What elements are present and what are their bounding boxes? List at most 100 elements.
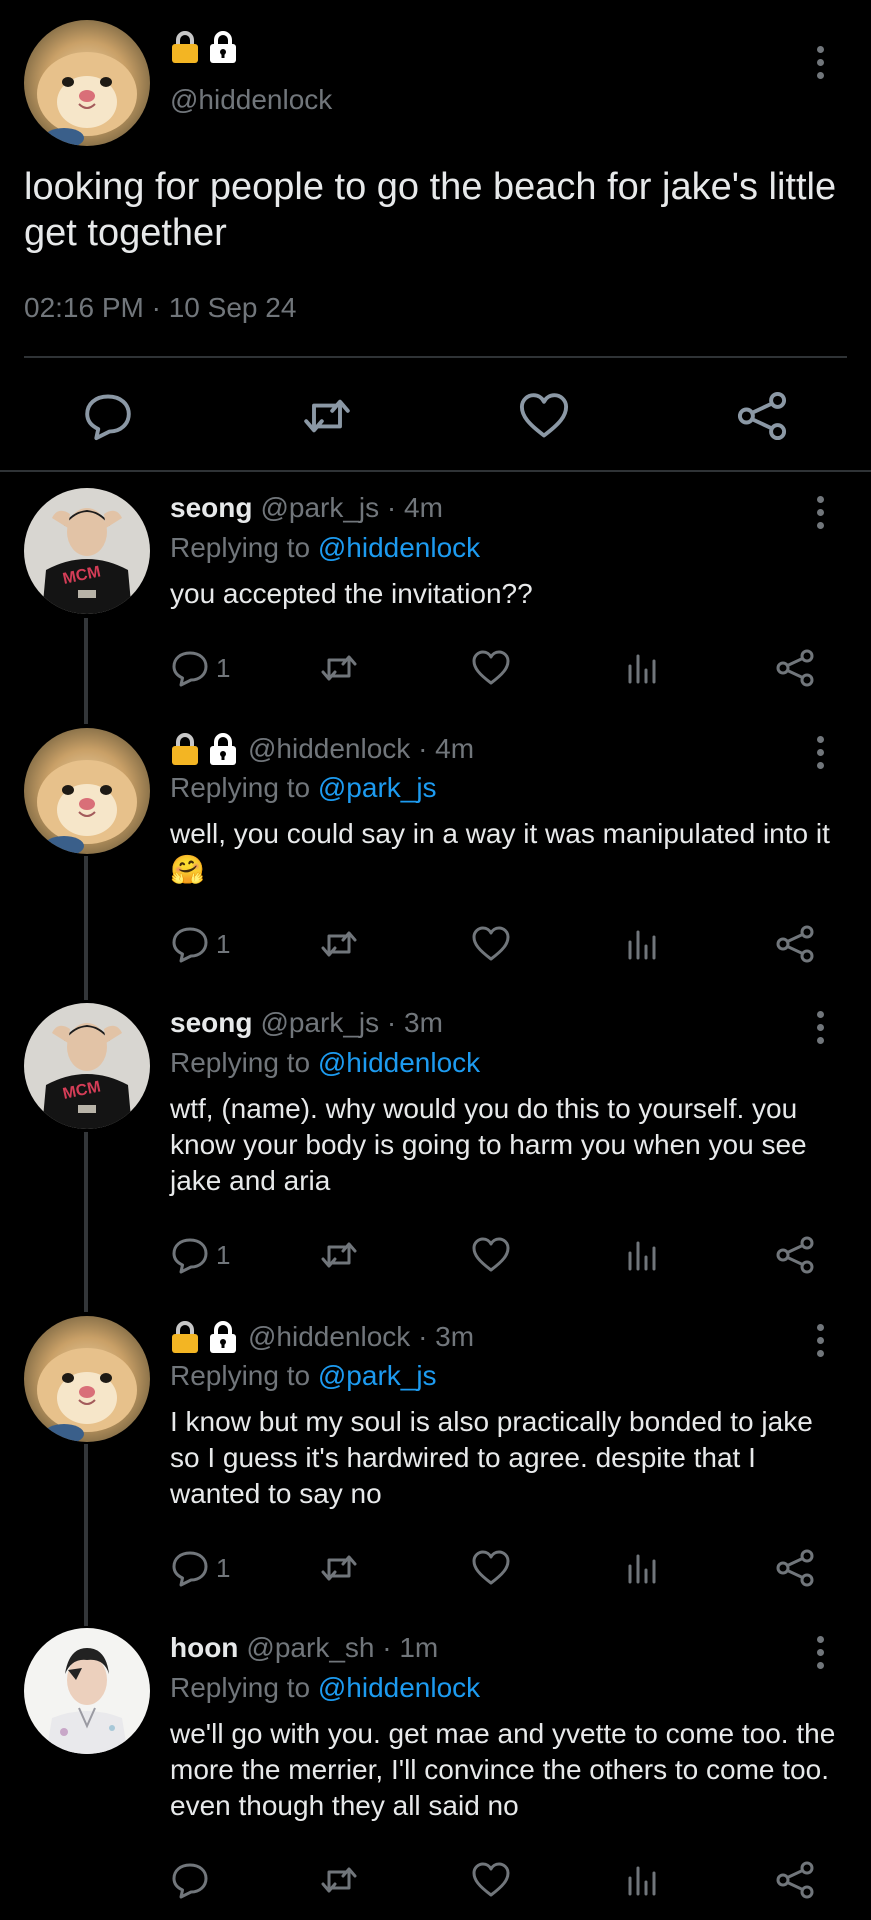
- reply-actions: 1: [0, 924, 871, 970]
- avatar[interactable]: [24, 488, 150, 614]
- author-handle[interactable]: @hiddenlock: [170, 84, 332, 116]
- reply-count: 1: [216, 928, 231, 959]
- like-icon[interactable]: [518, 390, 570, 447]
- views-icon[interactable]: [622, 1235, 662, 1275]
- reply-item[interactable]: @hiddenlock · 4m Replying to @park_js we…: [0, 728, 871, 978]
- reply-button[interactable]: 1: [170, 924, 230, 964]
- more-options-icon[interactable]: [815, 736, 825, 769]
- reply-icon: [170, 924, 210, 964]
- reply-header: seong @park_js · 4m: [170, 492, 443, 524]
- more-options-icon[interactable]: [815, 1324, 825, 1357]
- replying-to: Replying to @park_js: [170, 1360, 437, 1391]
- main-post[interactable]: @hiddenlock looking for people to go the…: [0, 0, 871, 472]
- like-icon[interactable]: [471, 648, 511, 688]
- handle-time: @hiddenlock · 4m: [248, 733, 475, 764]
- gold-lock-icon: [170, 30, 200, 64]
- reply-icon: [170, 1548, 210, 1588]
- post-timestamp: 02:16 PM · 10 Sep 24: [24, 292, 297, 323]
- more-options-icon[interactable]: [815, 496, 825, 529]
- retweet-icon[interactable]: [300, 390, 354, 447]
- reply-text: I know but my soul is also practically b…: [170, 1406, 813, 1509]
- avatar[interactable]: [24, 1628, 150, 1754]
- replying-to: Replying to @hiddenlock: [170, 1672, 481, 1703]
- reply-header: hoon @park_sh · 1m: [170, 1632, 438, 1664]
- reply-header: @hiddenlock · 3m: [170, 1320, 474, 1354]
- reply-actions: 1: [0, 648, 871, 694]
- handle-time: @hiddenlock · 3m: [248, 1321, 475, 1352]
- reply-button[interactable]: 1: [170, 1235, 230, 1275]
- reply-actions: 1: [0, 1235, 871, 1281]
- views-icon[interactable]: [622, 924, 662, 964]
- reply-text: wtf, (name). why would you do this to yo…: [170, 1093, 807, 1196]
- views-icon[interactable]: [622, 648, 662, 688]
- more-options-icon[interactable]: [815, 1636, 825, 1669]
- avatar[interactable]: [24, 1003, 150, 1129]
- reply-item[interactable]: seong @park_js · 4m Replying to @hiddenl…: [0, 488, 871, 708]
- share-icon[interactable]: [775, 924, 815, 964]
- avatar[interactable]: [24, 20, 150, 146]
- share-icon[interactable]: [775, 1860, 815, 1900]
- retweet-icon[interactable]: [318, 648, 360, 688]
- reply-actions: [0, 1860, 871, 1906]
- replying-to: Replying to @park_js: [170, 772, 437, 803]
- post-actions: [0, 380, 871, 450]
- divider: [24, 356, 847, 358]
- more-options-icon[interactable]: [815, 1011, 825, 1044]
- retweet-icon[interactable]: [318, 1860, 360, 1900]
- share-icon[interactable]: [736, 390, 788, 447]
- handle-time: @park_sh · 1m: [246, 1632, 439, 1663]
- like-icon[interactable]: [471, 1860, 511, 1900]
- more-options-icon[interactable]: [815, 46, 825, 79]
- avatar[interactable]: [24, 1316, 150, 1442]
- reply-count: 1: [216, 652, 231, 683]
- lock-badges: [170, 30, 238, 64]
- handle-time: @park_js · 3m: [260, 1007, 443, 1038]
- replying-to: Replying to @hiddenlock: [170, 1047, 481, 1078]
- lock-badges: [170, 1320, 238, 1354]
- white-lock-icon: [208, 30, 238, 64]
- share-icon[interactable]: [775, 1235, 815, 1275]
- replying-to: Replying to @hiddenlock: [170, 532, 481, 563]
- reply-icon: [170, 1235, 210, 1275]
- post-text: looking for people to go the beach for j…: [24, 166, 837, 254]
- white-lock-icon: [208, 1320, 238, 1354]
- lock-badges: [170, 732, 238, 766]
- retweet-icon[interactable]: [318, 1548, 360, 1588]
- like-icon[interactable]: [471, 1548, 511, 1588]
- reply-button[interactable]: [170, 1860, 216, 1900]
- gold-lock-icon: [170, 732, 200, 766]
- views-icon[interactable]: [622, 1860, 662, 1900]
- mention-link[interactable]: @hiddenlock: [318, 532, 480, 563]
- reply-button[interactable]: 1: [170, 1548, 230, 1588]
- views-icon[interactable]: [622, 1548, 662, 1588]
- reply-item[interactable]: seong @park_js · 3m Replying to @hiddenl…: [0, 1003, 871, 1293]
- mention-link[interactable]: @park_js: [318, 772, 437, 803]
- reply-item[interactable]: @hiddenlock · 3m Replying to @park_js I …: [0, 1316, 871, 1606]
- like-icon[interactable]: [471, 1235, 511, 1275]
- retweet-icon[interactable]: [318, 924, 360, 964]
- reply-icon: [170, 1860, 210, 1900]
- reply-button[interactable]: 1: [170, 648, 230, 688]
- mention-link[interactable]: @hiddenlock: [318, 1047, 480, 1078]
- reply-count: 1: [216, 1239, 231, 1270]
- mention-link[interactable]: @park_js: [318, 1360, 437, 1391]
- display-name[interactable]: seong: [170, 1007, 252, 1039]
- handle-time: @park_js · 4m: [260, 492, 443, 523]
- retweet-icon[interactable]: [318, 1235, 360, 1275]
- reply-text: we'll go with you. get mae and yvette to…: [170, 1718, 836, 1821]
- reply-header: @hiddenlock · 4m: [170, 732, 474, 766]
- share-icon[interactable]: [775, 1548, 815, 1588]
- display-name[interactable]: hoon: [170, 1632, 238, 1664]
- share-icon[interactable]: [775, 648, 815, 688]
- display-name[interactable]: seong: [170, 492, 252, 524]
- reply-text: you accepted the invitation??: [170, 578, 533, 609]
- avatar[interactable]: [24, 728, 150, 854]
- reply-text: well, you could say in a way it was mani…: [170, 818, 830, 885]
- like-icon[interactable]: [471, 924, 511, 964]
- mention-link[interactable]: @hiddenlock: [318, 1672, 480, 1703]
- reply-header: seong @park_js · 3m: [170, 1007, 443, 1039]
- reply-icon[interactable]: [82, 390, 134, 447]
- reply-actions: 1: [0, 1548, 871, 1594]
- reply-item[interactable]: hoon @park_sh · 1m Replying to @hiddenlo…: [0, 1628, 871, 1918]
- white-lock-icon: [208, 732, 238, 766]
